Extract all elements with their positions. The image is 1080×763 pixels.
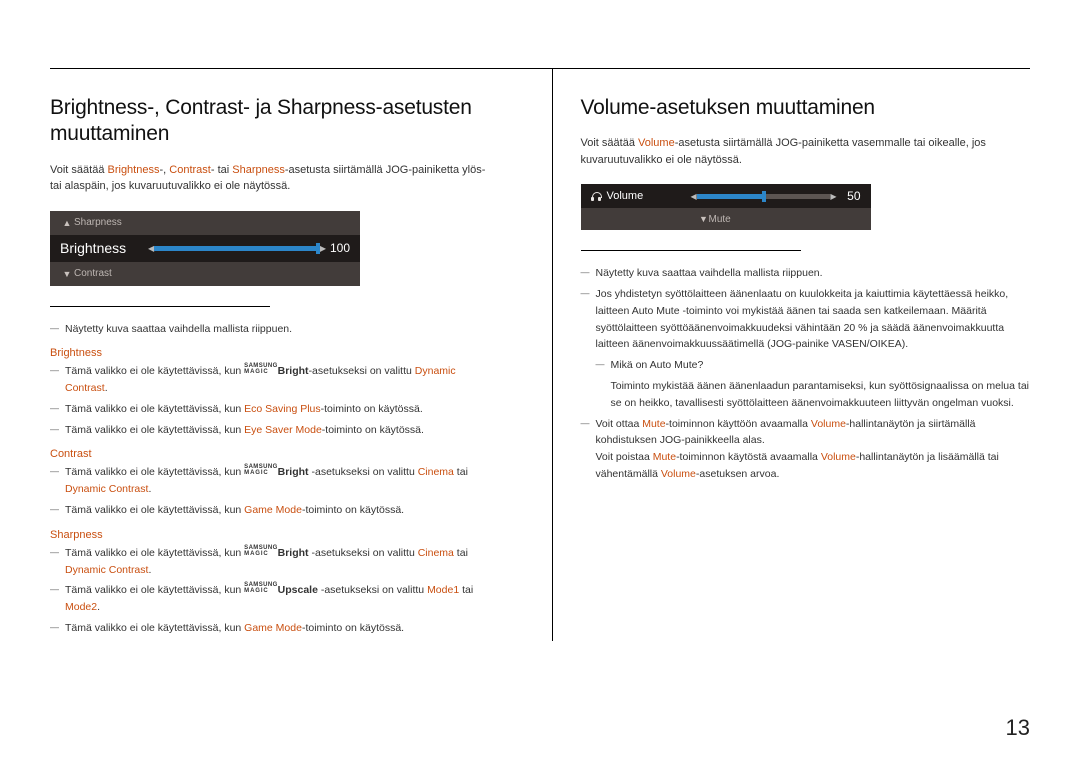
note-item: Tämä valikko ei ole käytettävissä, kun S… (50, 545, 500, 579)
brightness-notes: Tämä valikko ei ole käytettävissä, kun S… (50, 363, 500, 438)
left-column: Brightness-, Contrast- ja Sharpness-aset… (50, 69, 500, 641)
down-arrow-icon: ▼ (699, 214, 709, 224)
sharpness-notes: Tämä valikko ei ole käytettävissä, kun S… (50, 545, 500, 637)
volume-slider (697, 194, 831, 199)
volume-section-heading: Volume-asetuksen muuttaminen (581, 95, 1031, 121)
note-item: Tämä valikko ei ole käytettävissä, kun S… (50, 363, 500, 397)
brightness-section-heading: Brightness-, Contrast- ja Sharpness-aset… (50, 95, 500, 148)
osd-volume-label: Volume (607, 190, 644, 202)
auto-mute-question: Mikä on Auto Mute? (596, 357, 1031, 374)
right-column: Volume-asetuksen muuttaminen Voit säätää… (552, 69, 1031, 641)
note-item: Tämä valikko ei ole käytettävissä, kun G… (50, 502, 500, 519)
volume-value: 50 (837, 189, 861, 203)
headphones-icon (591, 192, 601, 201)
note-item: Tämä valikko ei ole käytettävissä, kun E… (50, 401, 500, 418)
note-item: Tämä valikko ei ole käytettävissä, kun S… (50, 582, 500, 616)
divider (50, 306, 270, 307)
up-arrow-icon: ▲ (60, 218, 74, 228)
down-arrow-icon: ▼ (60, 269, 74, 279)
auto-mute-note: Jos yhdistetyn syöttölaitteen äänenlaatu… (581, 286, 1031, 412)
brightness-slider (154, 246, 320, 251)
brightness-intro: Voit säätää Brightness-, Contrast- tai S… (50, 162, 500, 195)
divider (581, 250, 801, 251)
contrast-notes: Tämä valikko ei ole käytettävissä, kun S… (50, 464, 500, 518)
auto-mute-answer: Toiminto mykistää äänen äänenlaadun para… (596, 378, 1031, 412)
osd-top-label: Sharpness (74, 217, 122, 228)
brightness-value: 100 (326, 241, 350, 255)
sharpness-subhead: Sharpness (50, 529, 500, 541)
image-may-vary-note: Näytetty kuva saattaa vaihdella mallista… (50, 321, 500, 338)
volume-osd: Volume ◀ ▶ 50 ▼ Mute (581, 184, 871, 230)
volume-intro: Voit säätää Volume-asetusta siirtämällä … (581, 135, 1031, 168)
note-item: Tämä valikko ei ole käytettävissä, kun S… (50, 464, 500, 498)
contrast-subhead: Contrast (50, 448, 500, 460)
osd-mute-label: Mute (709, 214, 731, 225)
note-item: Tämä valikko ei ole käytettävissä, kun E… (50, 422, 500, 439)
osd-bottom-label: Contrast (74, 268, 112, 279)
brightness-osd: ▲ Sharpness Brightness ◀ ▶ 100 ▼ Contras… (50, 211, 360, 286)
brightness-subhead: Brightness (50, 347, 500, 359)
image-may-vary-note: Näytetty kuva saattaa vaihdella mallista… (581, 265, 1031, 282)
note-item: Tämä valikko ei ole käytettävissä, kun G… (50, 620, 500, 637)
osd-main-label: Brightness (60, 240, 148, 256)
page-number: 13 (1006, 715, 1030, 741)
mute-instructions: Voit ottaa Mute-toiminnon käyttöön avaam… (581, 416, 1031, 483)
